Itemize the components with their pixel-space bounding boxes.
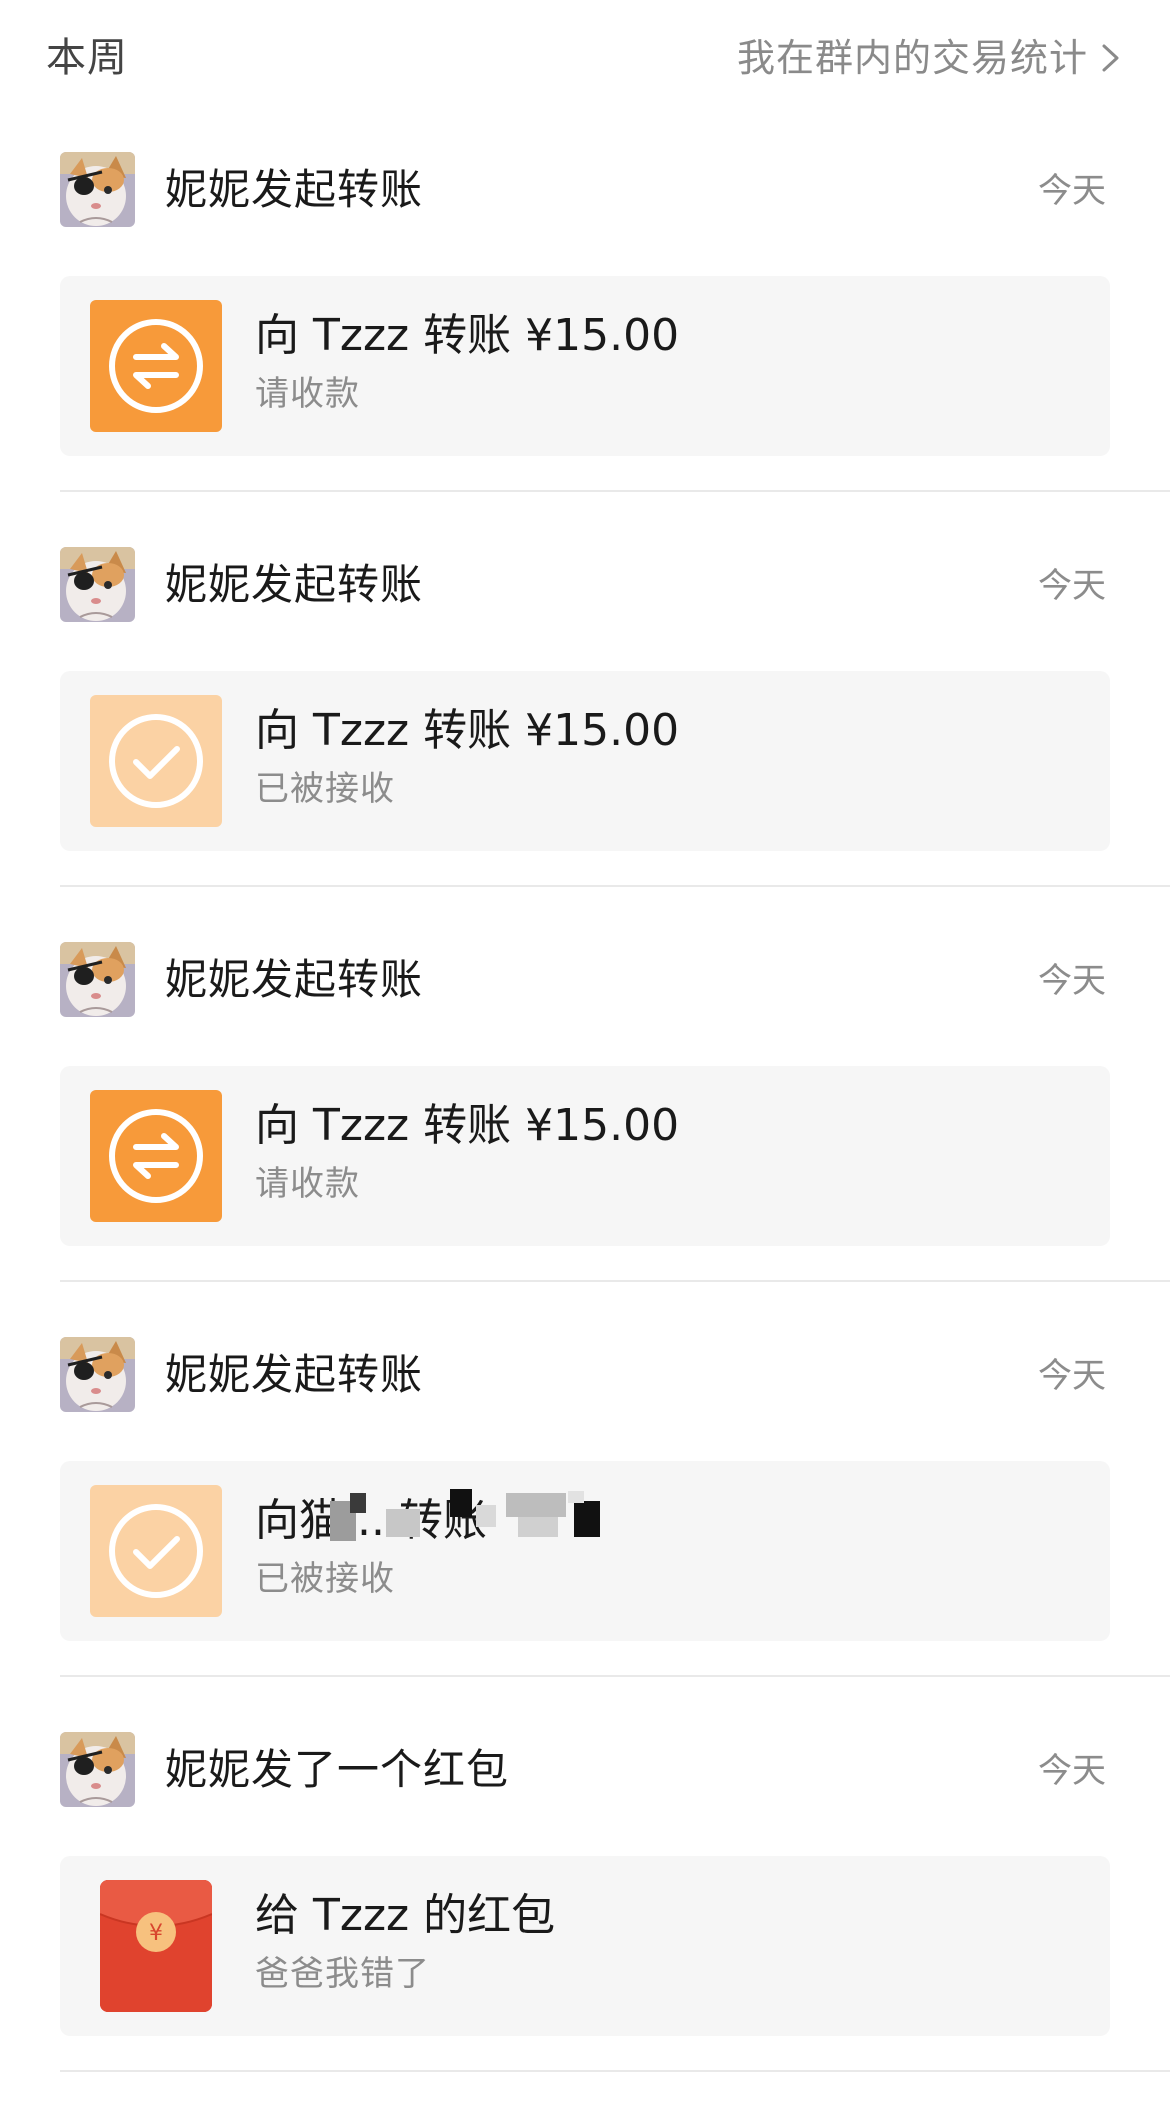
transfer-status-badge xyxy=(90,1485,222,1617)
transfer-status-badge xyxy=(90,300,222,432)
record-time: 今天 xyxy=(1038,171,1106,211)
section-title: 本周 xyxy=(46,35,128,81)
red-packet-message: 爸爸我错了 xyxy=(255,1954,430,1994)
avatar[interactable] xyxy=(60,547,135,622)
redacted-name-overlay xyxy=(330,1489,600,1541)
record-time: 今天 xyxy=(1038,566,1106,606)
transaction-record: 妮妮发起转账 今天 向 Tzzz 转账 ¥15.00 请收款 xyxy=(0,116,1170,512)
avatar[interactable] xyxy=(60,152,135,227)
divider xyxy=(60,2070,1170,2072)
transfer-status: 已被接收 xyxy=(255,769,395,809)
transfer-card[interactable]: 向 Tzzz 转账 ¥15.00 请收款 xyxy=(60,276,1110,456)
transaction-record: 妮妮发了一个红包 今天 ¥ 给 Tzzz 的红包 爸爸我错了 xyxy=(0,1696,1170,2092)
record-title: 妮妮发起转账 xyxy=(165,955,424,1004)
red-packet-icon: ¥ xyxy=(100,1880,212,2012)
avatar[interactable] xyxy=(60,1732,135,1807)
transfer-card[interactable]: 向 Tzzz 转账 ¥15.00 请收款 xyxy=(60,1066,1110,1246)
record-title: 妮妮发起转账 xyxy=(165,560,424,609)
transfer-card[interactable]: 向 Tzzz 转账 ¥15.00 已被接收 xyxy=(60,671,1110,851)
record-time: 今天 xyxy=(1038,1356,1106,1396)
transfer-description: 向 Tzzz 转账 ¥15.00 xyxy=(255,705,680,756)
transfer-description: 向 Tzzz 转账 ¥15.00 xyxy=(255,1100,680,1151)
transfer-status-badge xyxy=(90,1090,222,1222)
transaction-record: 妮妮发起转账 今天 向猫 ...转账 已被接收 xyxy=(0,1301,1170,1697)
transfer-arrows-icon xyxy=(109,319,203,413)
divider xyxy=(60,885,1170,887)
transaction-stats-label: 我在群内的交易统计 xyxy=(736,36,1088,80)
transfer-card[interactable]: 向猫 ...转账 已被接收 xyxy=(60,1461,1110,1641)
group-transactions-page: 本周 我在群内的交易统计 妮妮发起转账 今天 向 Tzzz 转账 ¥15.00 … xyxy=(0,0,1170,2104)
transaction-stats-link[interactable]: 我在群内的交易统计 xyxy=(737,30,1122,86)
record-title: 妮妮发了一个红包 xyxy=(165,1745,510,1794)
transaction-record: 妮妮发起转账 今天 向 Tzzz 转账 ¥15.00 请收款 xyxy=(0,906,1170,1302)
record-header: 妮妮发起转账 今天 xyxy=(0,1301,1170,1417)
card-text: 给 Tzzz 的红包 爸爸我错了 xyxy=(255,1884,1075,2000)
transfer-status: 请收款 xyxy=(255,374,360,414)
red-packet-badge: ¥ xyxy=(100,1880,212,2012)
record-time: 今天 xyxy=(1038,1751,1106,1791)
record-header: 妮妮发起转账 今天 xyxy=(0,511,1170,627)
transfer-status: 已被接收 xyxy=(255,1559,395,1599)
avatar[interactable] xyxy=(60,1337,135,1412)
record-header: 妮妮发了一个红包 今天 xyxy=(0,1696,1170,1812)
record-title: 妮妮发起转账 xyxy=(165,1350,424,1399)
card-text: 向 Tzzz 转账 ¥15.00 请收款 xyxy=(255,1094,1075,1210)
record-header: 妮妮发起转账 今天 xyxy=(0,906,1170,1022)
transaction-record: 妮妮发起转账 今天 向 Tzzz 转账 ¥15.00 已被接收 xyxy=(0,511,1170,907)
record-time: 今天 xyxy=(1038,961,1106,1001)
transfer-arrows-icon xyxy=(109,1109,203,1203)
card-text: 向 Tzzz 转账 ¥15.00 已被接收 xyxy=(255,699,1075,815)
transfer-status: 请收款 xyxy=(255,1164,360,1204)
divider xyxy=(60,1280,1170,1282)
divider xyxy=(60,490,1170,492)
card-text: 向 Tzzz 转账 ¥15.00 请收款 xyxy=(255,304,1075,420)
week-header: 本周 我在群内的交易统计 xyxy=(0,0,1170,116)
chevron-right-icon xyxy=(1102,44,1119,72)
checkmark-icon xyxy=(109,714,203,808)
avatar[interactable] xyxy=(60,942,135,1017)
svg-text:¥: ¥ xyxy=(149,1921,163,1946)
transfer-description: 向 Tzzz 转账 ¥15.00 xyxy=(255,310,680,361)
divider xyxy=(60,1675,1170,1677)
checkmark-icon xyxy=(109,1504,203,1598)
transfer-status-badge xyxy=(90,695,222,827)
record-header: 妮妮发起转账 今天 xyxy=(0,116,1170,232)
red-packet-card[interactable]: ¥ 给 Tzzz 的红包 爸爸我错了 xyxy=(60,1856,1110,2036)
record-title: 妮妮发起转账 xyxy=(165,165,424,214)
red-packet-description: 给 Tzzz 的红包 xyxy=(255,1890,556,1941)
